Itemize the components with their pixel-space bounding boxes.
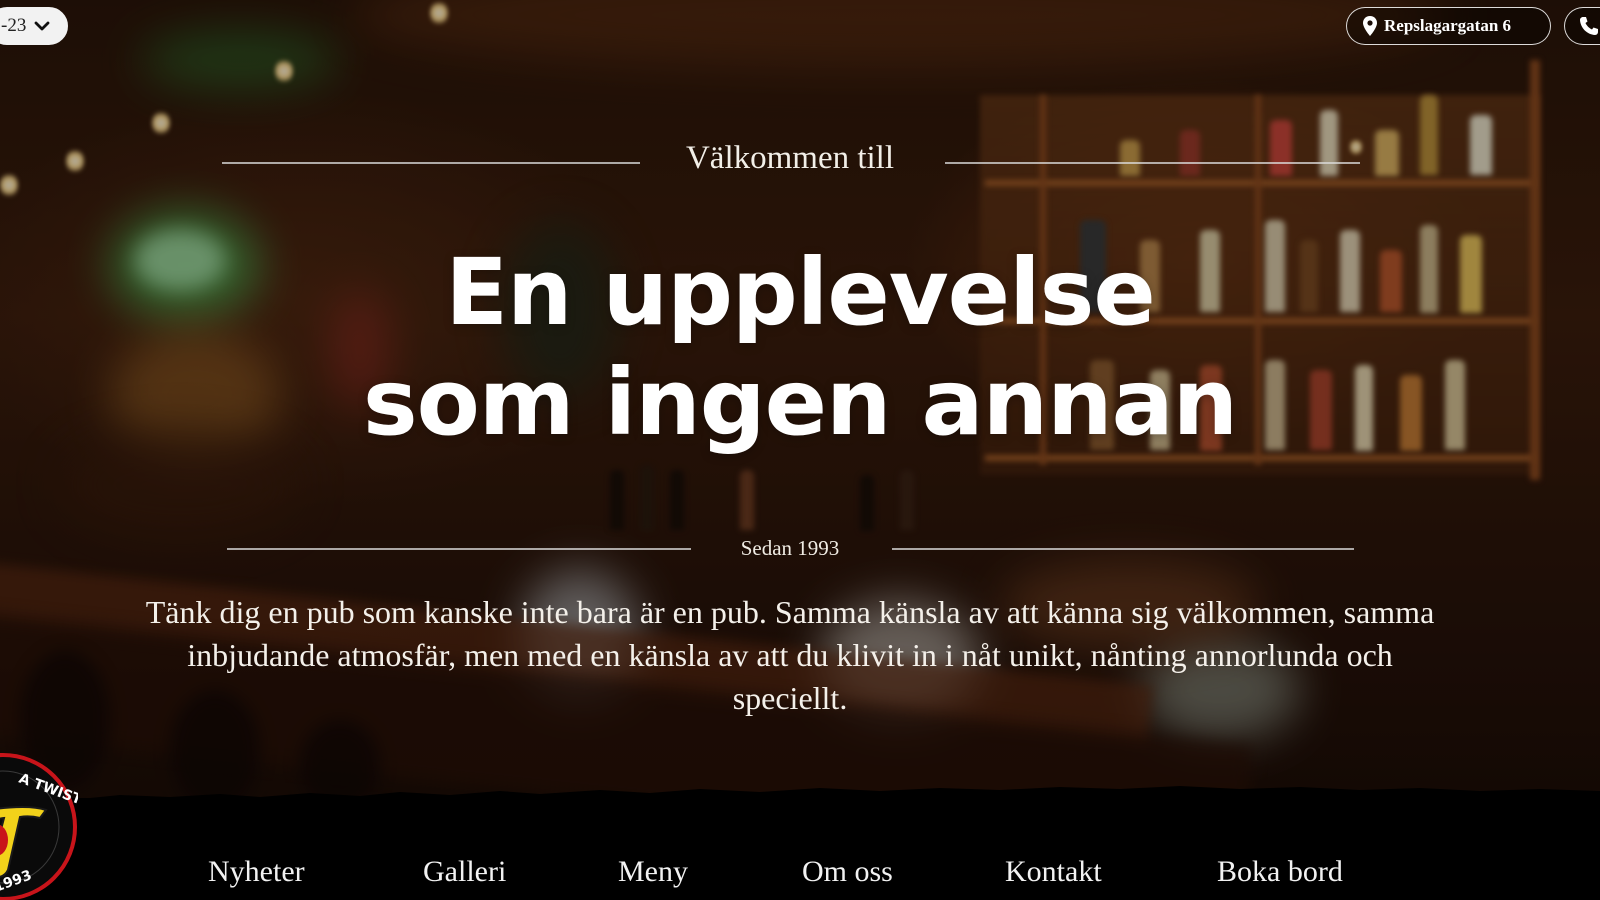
nav-item-kontakt[interactable]: Kontakt — [1005, 855, 1102, 889]
nav-item-galleri[interactable]: Galleri — [423, 855, 506, 889]
hero-headline-line-2: som ingen annan — [362, 349, 1238, 456]
welcome-text: Välkommen till — [685, 140, 895, 176]
hero-headline-line-1: En upplevelse — [445, 239, 1156, 346]
nav-item-om-oss[interactable]: Om oss — [802, 855, 893, 889]
since-rule-left — [227, 548, 691, 550]
nav-item-nyheter[interactable]: Nyheter — [208, 855, 305, 889]
since-text: Sedan 1993 — [740, 536, 840, 560]
phone-link[interactable] — [1564, 7, 1600, 45]
nav-item-meny[interactable]: Meny — [618, 855, 688, 889]
map-pin-icon — [1363, 16, 1377, 36]
address-text: Repslagargatan 6 — [1384, 16, 1512, 35]
opening-hours-dropdown[interactable]: -23 — [0, 7, 68, 45]
intro-paragraph: Tänk dig en pub som kanske inte bara är … — [145, 594, 1435, 716]
welcome-rule-right — [945, 162, 1360, 164]
address-link[interactable]: Repslagargatan 6 — [1346, 7, 1551, 45]
chevron-down-icon — [34, 20, 50, 32]
opening-hours-label: -23 — [1, 15, 27, 36]
hero-headline: En upplevelse som ingen annan — [200, 238, 1400, 458]
main-nav-list: Nyheter Galleri Meny Om oss Kontakt Boka… — [0, 855, 1600, 895]
pub-logo[interactable]: A TWIST 1993 — [0, 752, 78, 900]
welcome-rule-left — [222, 162, 640, 164]
phone-icon — [1579, 16, 1599, 36]
since-rule-right — [892, 548, 1354, 550]
nav-item-boka-bord[interactable]: Boka bord — [1217, 855, 1343, 889]
